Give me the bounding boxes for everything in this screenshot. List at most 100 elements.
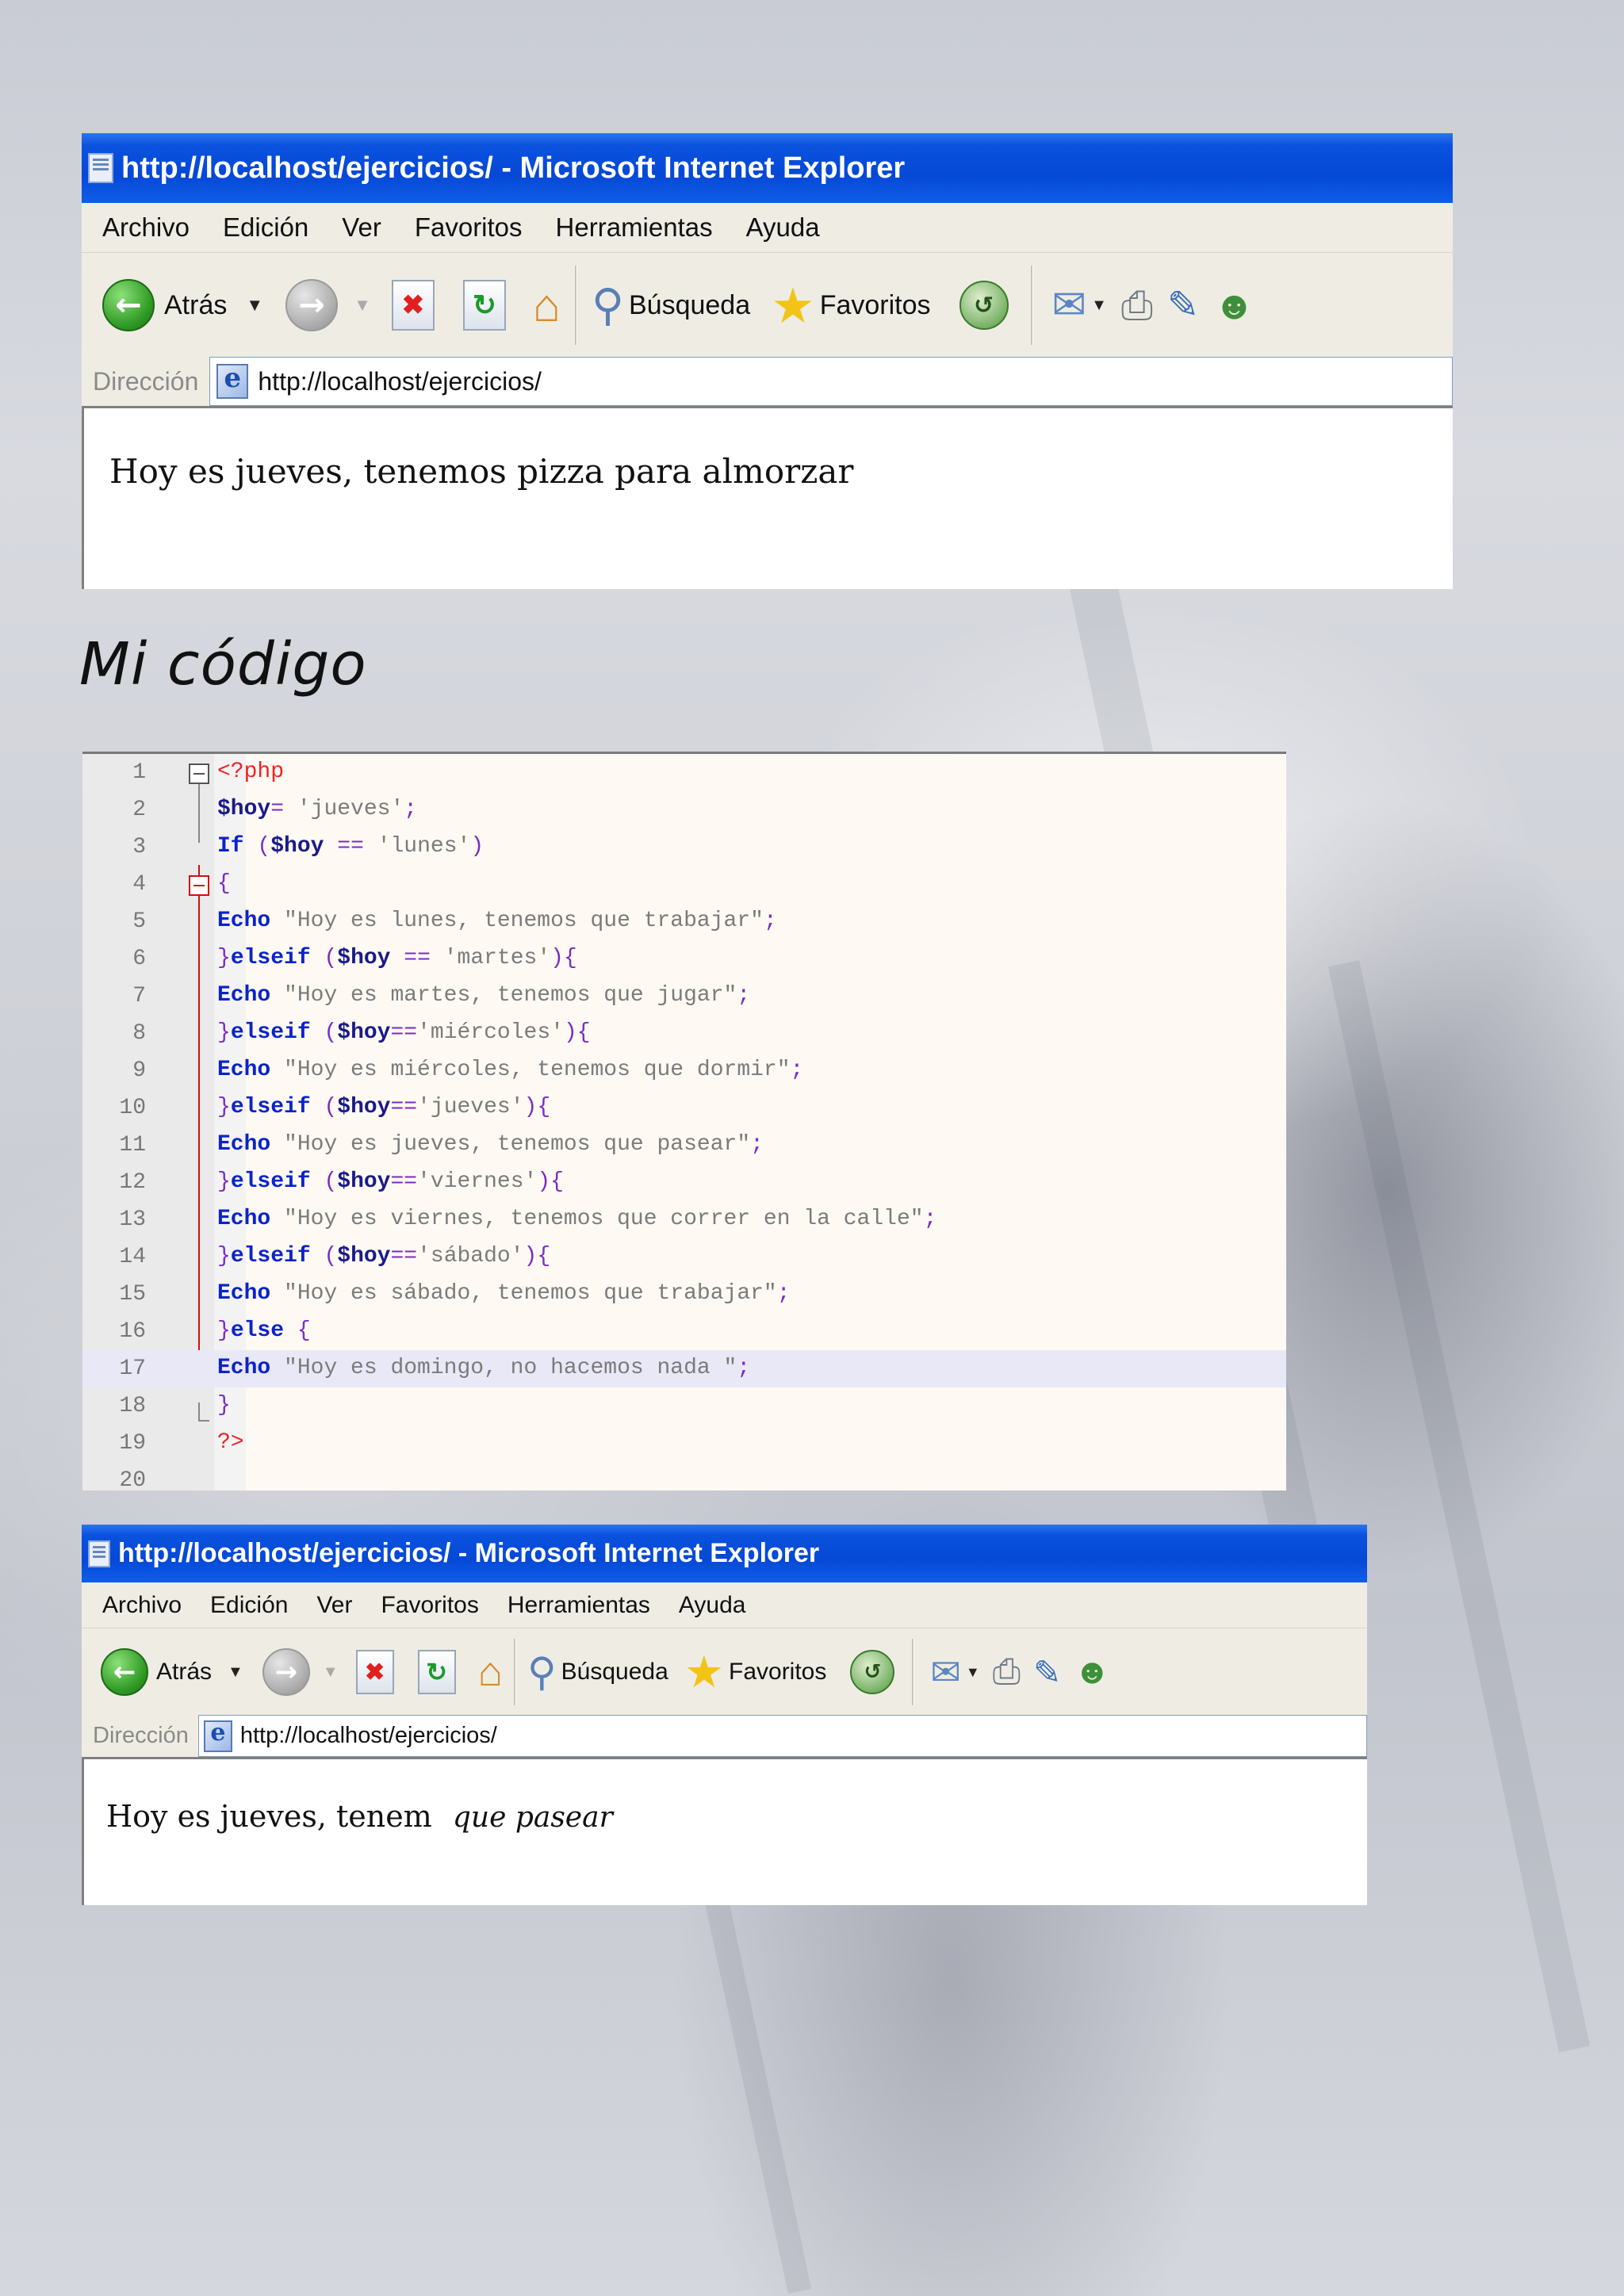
code-text: Echo "Hoy es miércoles, tenemos que dorm… — [217, 1058, 804, 1082]
menu-ayuda[interactable]: Ayuda — [679, 1592, 746, 1619]
code-line[interactable]: 20 — [82, 1462, 1286, 1490]
code-text: Echo "Hoy es lunes, tenemos que trabajar… — [217, 909, 777, 933]
line-number: 7 — [132, 984, 146, 1008]
code-text: }elseif ($hoy == 'martes'){ — [217, 946, 577, 970]
messenger-button[interactable]: ☻ — [1213, 282, 1255, 328]
menu-ayuda[interactable]: Ayuda — [746, 212, 820, 243]
code-line[interactable]: 4{ — [82, 866, 1286, 903]
line-number: 19 — [119, 1431, 146, 1456]
history-button[interactable]: ↺ — [959, 281, 1009, 330]
forward-dropdown-icon[interactable]: ▼ — [354, 295, 371, 316]
line-number: 3 — [132, 835, 146, 859]
history-button[interactable]: ↺ — [850, 1650, 895, 1694]
code-line[interactable]: 14}elseif ($hoy=='sábado'){ — [82, 1238, 1286, 1276]
page-text-end: que pasear — [452, 1801, 613, 1834]
back-button[interactable]: ← Atrás — [101, 1648, 212, 1696]
menu-herramientas[interactable]: Herramientas — [556, 212, 713, 243]
page-text: Hoy es jueves, tenemos pizza para almorz… — [109, 452, 854, 491]
code-line[interactable]: 7 Echo "Hoy es martes, tenemos que jugar"… — [82, 978, 1286, 1015]
mail-dropdown-icon[interactable]: ▼ — [1091, 297, 1107, 315]
search-button[interactable]: ⚲ Búsqueda — [527, 1649, 668, 1695]
code-line[interactable]: 15 Echo "Hoy es sábado, tenemos que traba… — [82, 1276, 1286, 1313]
address-input[interactable]: http://localhost/ejercicios/ — [209, 357, 1453, 406]
code-editor[interactable]: 1 <?php 2 $hoy= 'jueves'; 3 If ($hoy == 'lune… — [82, 752, 1286, 1490]
menu-edicion[interactable]: Edición — [210, 1592, 288, 1619]
menu-herramientas[interactable]: Herramientas — [508, 1592, 650, 1619]
back-arrow-icon: ← — [101, 1648, 148, 1696]
code-text: ?> — [217, 1430, 244, 1455]
search-label: Búsqueda — [561, 1659, 668, 1685]
back-dropdown-icon[interactable]: ▼ — [228, 1663, 243, 1682]
forward-button[interactable]: → — [262, 1648, 310, 1696]
print-button[interactable]: ⎙ — [993, 1652, 1021, 1692]
line-number: 18 — [119, 1394, 146, 1418]
back-button[interactable]: ← Atrás — [102, 279, 227, 331]
code-text: { — [217, 871, 231, 896]
code-text: }elseif ($hoy=='jueves'){ — [217, 1095, 551, 1119]
print-button[interactable]: ⎙ — [1121, 282, 1153, 329]
section-heading: Mi código — [79, 630, 367, 698]
address-bar: Dirección http://localhost/ejercicios/ — [82, 1715, 1367, 1757]
forward-button[interactable]: → — [285, 279, 339, 331]
code-line[interactable]: 2 $hoy= 'jueves'; — [82, 791, 1286, 828]
code-text: Echo "Hoy es sábado, tenemos que trabaja… — [217, 1281, 791, 1306]
address-input[interactable]: http://localhost/ejercicios/ — [197, 1715, 1367, 1757]
forward-dropdown-icon[interactable]: ▼ — [323, 1663, 339, 1682]
line-number: 9 — [132, 1058, 146, 1083]
code-text: }elseif ($hoy=='miércoles'){ — [217, 1020, 591, 1045]
menu-ver[interactable]: Ver — [316, 1592, 352, 1619]
code-line[interactable]: 3 If ($hoy == 'lunes') — [82, 828, 1286, 866]
back-dropdown-icon[interactable]: ▼ — [246, 295, 263, 316]
code-line[interactable]: 19 ?> — [82, 1425, 1286, 1462]
mail-button[interactable]: ✉ — [1052, 281, 1087, 329]
code-text: Echo "Hoy es domingo, no hacemos nada "; — [217, 1356, 751, 1380]
code-line[interactable]: 17 Echo "Hoy es domingo, no hacemos nada … — [82, 1350, 1286, 1387]
code-line[interactable]: 9 Echo "Hoy es miércoles, tenemos que dor… — [82, 1052, 1286, 1089]
page-content: Hoy es jueves, tenemos pizza para almorz… — [82, 406, 1453, 589]
mail-dropdown-icon[interactable]: ▼ — [966, 1664, 980, 1681]
stop-button[interactable]: ✖ — [355, 1650, 394, 1694]
home-button[interactable]: ⌂ — [533, 279, 561, 332]
line-number: 12 — [119, 1170, 146, 1195]
menu-favoritos[interactable]: Favoritos — [381, 1592, 478, 1619]
menu-archivo[interactable]: Archivo — [102, 212, 190, 243]
line-number: 16 — [119, 1319, 146, 1344]
page-text-start: Hoy es jueves, tenem — [106, 1799, 432, 1834]
page-icon — [216, 362, 249, 399]
star-icon: ★ — [771, 278, 815, 334]
code-line[interactable]: 13 Echo "Hoy es viernes, tenemos que corr… — [82, 1201, 1286, 1238]
title-bar[interactable]: http://localhost/ejercicios/ - Microsoft… — [82, 1525, 1367, 1582]
home-button[interactable]: ⌂ — [478, 1648, 503, 1696]
code-line[interactable]: 10}elseif ($hoy=='jueves'){ — [82, 1089, 1286, 1127]
back-label: Atrás — [164, 289, 228, 320]
code-line[interactable]: 11 Echo "Hoy es jueves, tenemos que pasea… — [82, 1127, 1286, 1164]
menu-edicion[interactable]: Edición — [223, 212, 308, 243]
code-line[interactable]: 12}elseif ($hoy=='viernes'){ — [82, 1164, 1286, 1201]
favorites-button[interactable]: ★ Favoritos — [771, 277, 930, 335]
code-line[interactable]: 5 Echo "Hoy es lunes, tenemos que trabaja… — [82, 903, 1286, 940]
menu-ver[interactable]: Ver — [342, 212, 381, 243]
search-button[interactable]: ⚲ Búsqueda — [592, 279, 750, 331]
code-text: Echo "Hoy es martes, tenemos que jugar"; — [217, 983, 751, 1008]
mail-button[interactable]: ✉ — [930, 1651, 961, 1693]
code-line[interactable]: 8}elseif ($hoy=='miércoles'){ — [82, 1015, 1286, 1052]
window-icon — [88, 153, 113, 183]
line-number: 4 — [132, 872, 146, 897]
code-line[interactable]: 1 <?php — [82, 754, 1286, 791]
refresh-button[interactable]: ↻ — [417, 1650, 456, 1694]
edit-button[interactable]: ✎ — [1033, 1653, 1061, 1692]
menu-favoritos[interactable]: Favoritos — [415, 212, 523, 243]
menu-archivo[interactable]: Archivo — [102, 1592, 182, 1619]
favorites-button[interactable]: ★ Favoritos — [684, 1646, 827, 1698]
messenger-button[interactable]: ☻ — [1074, 1652, 1110, 1692]
stop-button[interactable]: ✖ — [391, 280, 435, 331]
title-bar[interactable]: http://localhost/ejercicios/ - Microsoft… — [82, 133, 1453, 203]
code-line[interactable]: 16}else { — [82, 1313, 1286, 1350]
refresh-button[interactable]: ↻ — [462, 280, 506, 331]
edit-button[interactable]: ✎ — [1167, 283, 1199, 327]
page-icon — [203, 1719, 232, 1752]
code-line[interactable]: 18} — [82, 1387, 1286, 1425]
code-line[interactable]: 6}elseif ($hoy == 'martes'){ — [82, 940, 1286, 978]
menu-bar: Archivo Edición Ver Favoritos Herramient… — [82, 1582, 1367, 1628]
toolbar-separator — [1030, 266, 1033, 345]
